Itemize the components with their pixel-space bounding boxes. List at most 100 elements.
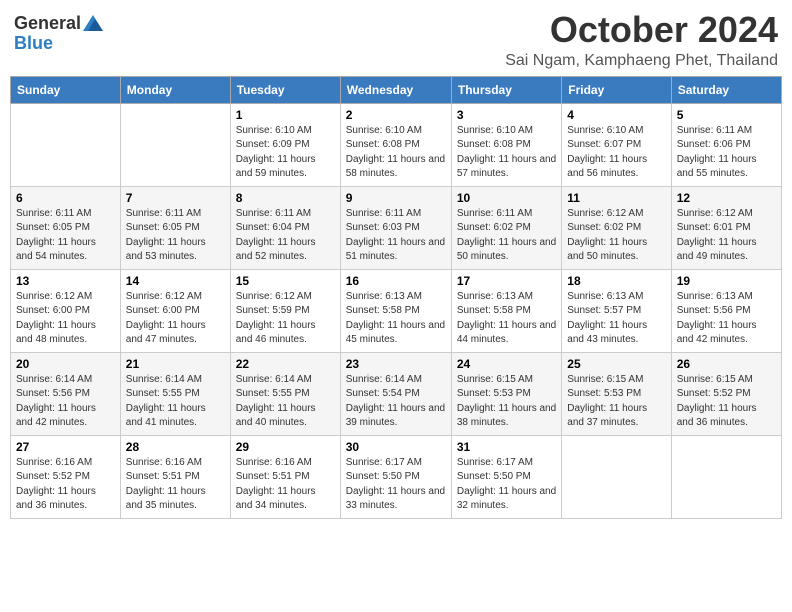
calendar-cell: 28 Sunrise: 6:16 AM Sunset: 5:51 PM Dayli… xyxy=(120,435,230,518)
calendar-cell: 6Sunrise: 6:11 AM Sunset: 6:05 PM Daylig… xyxy=(11,186,121,269)
calendar-cell: 17 Sunrise: 6:13 AM Sunset: 5:58 PM Dayli… xyxy=(451,269,561,352)
calendar-cell: 14Sunrise: 6:12 AM Sunset: 6:00 PM Dayli… xyxy=(120,269,230,352)
calendar-cell: 23Sunrise: 6:14 AM Sunset: 5:54 PM Dayli… xyxy=(340,352,451,435)
day-number: 12 xyxy=(677,191,776,205)
weekday-header: Sunday xyxy=(11,76,121,103)
day-info: Sunrise: 6:15 AM Sunset: 5:53 PM Dayligh… xyxy=(567,373,665,431)
calendar-cell: 3Sunrise: 6:10 AM Sunset: 6:08 PM Daylig… xyxy=(451,103,561,186)
calendar-cell xyxy=(11,103,121,186)
logo: General Blue xyxy=(14,14,103,54)
calendar-week-row: 20 Sunrise: 6:14 AM Sunset: 5:56 PM Dayli… xyxy=(11,352,782,435)
header-row: SundayMondayTuesdayWednesdayThursdayFrid… xyxy=(11,76,782,103)
day-info: Sunrise: 6:12 AM Sunset: 6:01 PM Dayligh… xyxy=(677,207,776,265)
day-info: Sunrise: 6:16 AM Sunset: 5:51 PM Dayligh… xyxy=(126,456,225,514)
calendar-cell: 4 Sunrise: 6:10 AM Sunset: 6:07 PM Daylig… xyxy=(562,103,671,186)
day-number: 14 xyxy=(126,274,225,288)
day-number: 20 xyxy=(16,357,115,371)
calendar-cell xyxy=(671,435,781,518)
day-info: Sunrise: 6:16 AM Sunset: 5:52 PM Dayligh… xyxy=(16,456,115,514)
day-info: Sunrise: 6:13 AM Sunset: 5:56 PM Dayligh… xyxy=(677,290,776,348)
day-info: Sunrise: 6:14 AM Sunset: 5:56 PM Dayligh… xyxy=(16,373,115,431)
calendar-cell: 7 Sunrise: 6:11 AM Sunset: 6:05 PM Daylig… xyxy=(120,186,230,269)
calendar-cell xyxy=(562,435,671,518)
day-number: 4 xyxy=(567,108,665,122)
month-year-title: October 2024 xyxy=(505,10,778,50)
logo-icon xyxy=(83,15,103,31)
calendar-cell: 8 Sunrise: 6:11 AM Sunset: 6:04 PM Daylig… xyxy=(230,186,340,269)
calendar-cell: 24Sunrise: 6:15 AM Sunset: 5:53 PM Dayli… xyxy=(451,352,561,435)
day-info: Sunrise: 6:10 AM Sunset: 6:08 PM Dayligh… xyxy=(457,124,556,182)
location-subtitle: Sai Ngam, Kamphaeng Phet, Thailand xyxy=(505,52,778,70)
calendar-week-row: 6 Sunrise: 6:11 AM Sunset: 6:05 PM Daylig… xyxy=(11,186,782,269)
calendar-cell: 20 Sunrise: 6:14 AM Sunset: 5:56 PM Dayli… xyxy=(11,352,121,435)
calendar-cell: 9Sunrise: 6:11 AM Sunset: 6:03 PM Daylig… xyxy=(340,186,451,269)
calendar-week-row: 13 Sunrise: 6:12 AM Sunset: 6:00 PM Dayli… xyxy=(11,269,782,352)
calendar-cell: 27 Sunrise: 6:16 AM Sunset: 5:52 PM Dayli… xyxy=(11,435,121,518)
day-info: Sunrise: 6:10 AM Sunset: 6:08 PM Dayligh… xyxy=(346,124,446,182)
day-number: 7 xyxy=(126,191,225,205)
day-number: 2 xyxy=(346,108,446,122)
day-info: Sunrise: 6:13 AM Sunset: 5:58 PM Dayligh… xyxy=(346,290,446,348)
calendar-cell: 31 Sunrise: 6:17 AM Sunset: 5:50 PM Dayli… xyxy=(451,435,561,518)
day-info: Sunrise: 6:12 AM Sunset: 5:59 PM Dayligh… xyxy=(236,290,335,348)
title-block: October 2024 Sai Ngam, Kamphaeng Phet, T… xyxy=(505,10,778,70)
day-info: Sunrise: 6:12 AM Sunset: 6:02 PM Dayligh… xyxy=(567,207,665,265)
calendar-body: 1 Sunrise: 6:10 AM Sunset: 6:09 PM Daylig… xyxy=(11,103,782,518)
day-number: 28 xyxy=(126,440,225,454)
calendar-cell: 30 Sunrise: 6:17 AM Sunset: 5:50 PM Dayli… xyxy=(340,435,451,518)
day-info: Sunrise: 6:13 AM Sunset: 5:58 PM Dayligh… xyxy=(457,290,556,348)
calendar-cell: 5 Sunrise: 6:11 AM Sunset: 6:06 PM Daylig… xyxy=(671,103,781,186)
day-info: Sunrise: 6:15 AM Sunset: 5:53 PM Dayligh… xyxy=(457,373,556,431)
calendar-cell: 19Sunrise: 6:13 AM Sunset: 5:56 PM Dayli… xyxy=(671,269,781,352)
day-number: 5 xyxy=(677,108,776,122)
calendar-week-row: 1 Sunrise: 6:10 AM Sunset: 6:09 PM Daylig… xyxy=(11,103,782,186)
day-info: Sunrise: 6:11 AM Sunset: 6:05 PM Dayligh… xyxy=(126,207,225,265)
day-number: 8 xyxy=(236,191,335,205)
day-number: 29 xyxy=(236,440,335,454)
day-info: Sunrise: 6:10 AM Sunset: 6:07 PM Dayligh… xyxy=(567,124,665,182)
calendar-cell: 2 Sunrise: 6:10 AM Sunset: 6:08 PM Daylig… xyxy=(340,103,451,186)
weekday-header: Monday xyxy=(120,76,230,103)
day-number: 15 xyxy=(236,274,335,288)
day-number: 31 xyxy=(457,440,556,454)
day-info: Sunrise: 6:17 AM Sunset: 5:50 PM Dayligh… xyxy=(346,456,446,514)
day-info: Sunrise: 6:16 AM Sunset: 5:51 PM Dayligh… xyxy=(236,456,335,514)
day-info: Sunrise: 6:11 AM Sunset: 6:06 PM Dayligh… xyxy=(677,124,776,182)
calendar-table: SundayMondayTuesdayWednesdayThursdayFrid… xyxy=(10,76,782,519)
day-info: Sunrise: 6:14 AM Sunset: 5:55 PM Dayligh… xyxy=(236,373,335,431)
day-number: 18 xyxy=(567,274,665,288)
calendar-cell: 10Sunrise: 6:11 AM Sunset: 6:02 PM Dayli… xyxy=(451,186,561,269)
weekday-header: Tuesday xyxy=(230,76,340,103)
day-number: 23 xyxy=(346,357,446,371)
day-info: Sunrise: 6:13 AM Sunset: 5:57 PM Dayligh… xyxy=(567,290,665,348)
calendar-header: SundayMondayTuesdayWednesdayThursdayFrid… xyxy=(11,76,782,103)
calendar-cell: 18 Sunrise: 6:13 AM Sunset: 5:57 PM Dayli… xyxy=(562,269,671,352)
calendar-cell: 26Sunrise: 6:15 AM Sunset: 5:52 PM Dayli… xyxy=(671,352,781,435)
calendar-cell: 15 Sunrise: 6:12 AM Sunset: 5:59 PM Dayli… xyxy=(230,269,340,352)
day-number: 17 xyxy=(457,274,556,288)
day-info: Sunrise: 6:14 AM Sunset: 5:55 PM Dayligh… xyxy=(126,373,225,431)
day-number: 9 xyxy=(346,191,446,205)
day-info: Sunrise: 6:11 AM Sunset: 6:04 PM Dayligh… xyxy=(236,207,335,265)
day-info: Sunrise: 6:10 AM Sunset: 6:09 PM Dayligh… xyxy=(236,124,335,182)
day-info: Sunrise: 6:17 AM Sunset: 5:50 PM Dayligh… xyxy=(457,456,556,514)
calendar-cell: 13 Sunrise: 6:12 AM Sunset: 6:00 PM Dayli… xyxy=(11,269,121,352)
day-number: 6 xyxy=(16,191,115,205)
day-number: 1 xyxy=(236,108,335,122)
weekday-header: Thursday xyxy=(451,76,561,103)
weekday-header: Wednesday xyxy=(340,76,451,103)
weekday-header: Friday xyxy=(562,76,671,103)
day-number: 25 xyxy=(567,357,665,371)
calendar-cell: 16Sunrise: 6:13 AM Sunset: 5:58 PM Dayli… xyxy=(340,269,451,352)
day-number: 27 xyxy=(16,440,115,454)
day-number: 13 xyxy=(16,274,115,288)
day-info: Sunrise: 6:11 AM Sunset: 6:02 PM Dayligh… xyxy=(457,207,556,265)
day-number: 30 xyxy=(346,440,446,454)
day-info: Sunrise: 6:12 AM Sunset: 6:00 PM Dayligh… xyxy=(16,290,115,348)
day-number: 22 xyxy=(236,357,335,371)
calendar-cell: 1 Sunrise: 6:10 AM Sunset: 6:09 PM Daylig… xyxy=(230,103,340,186)
day-number: 21 xyxy=(126,357,225,371)
calendar-cell: 12 Sunrise: 6:12 AM Sunset: 6:01 PM Dayli… xyxy=(671,186,781,269)
day-number: 26 xyxy=(677,357,776,371)
calendar-cell: 25 Sunrise: 6:15 AM Sunset: 5:53 PM Dayli… xyxy=(562,352,671,435)
